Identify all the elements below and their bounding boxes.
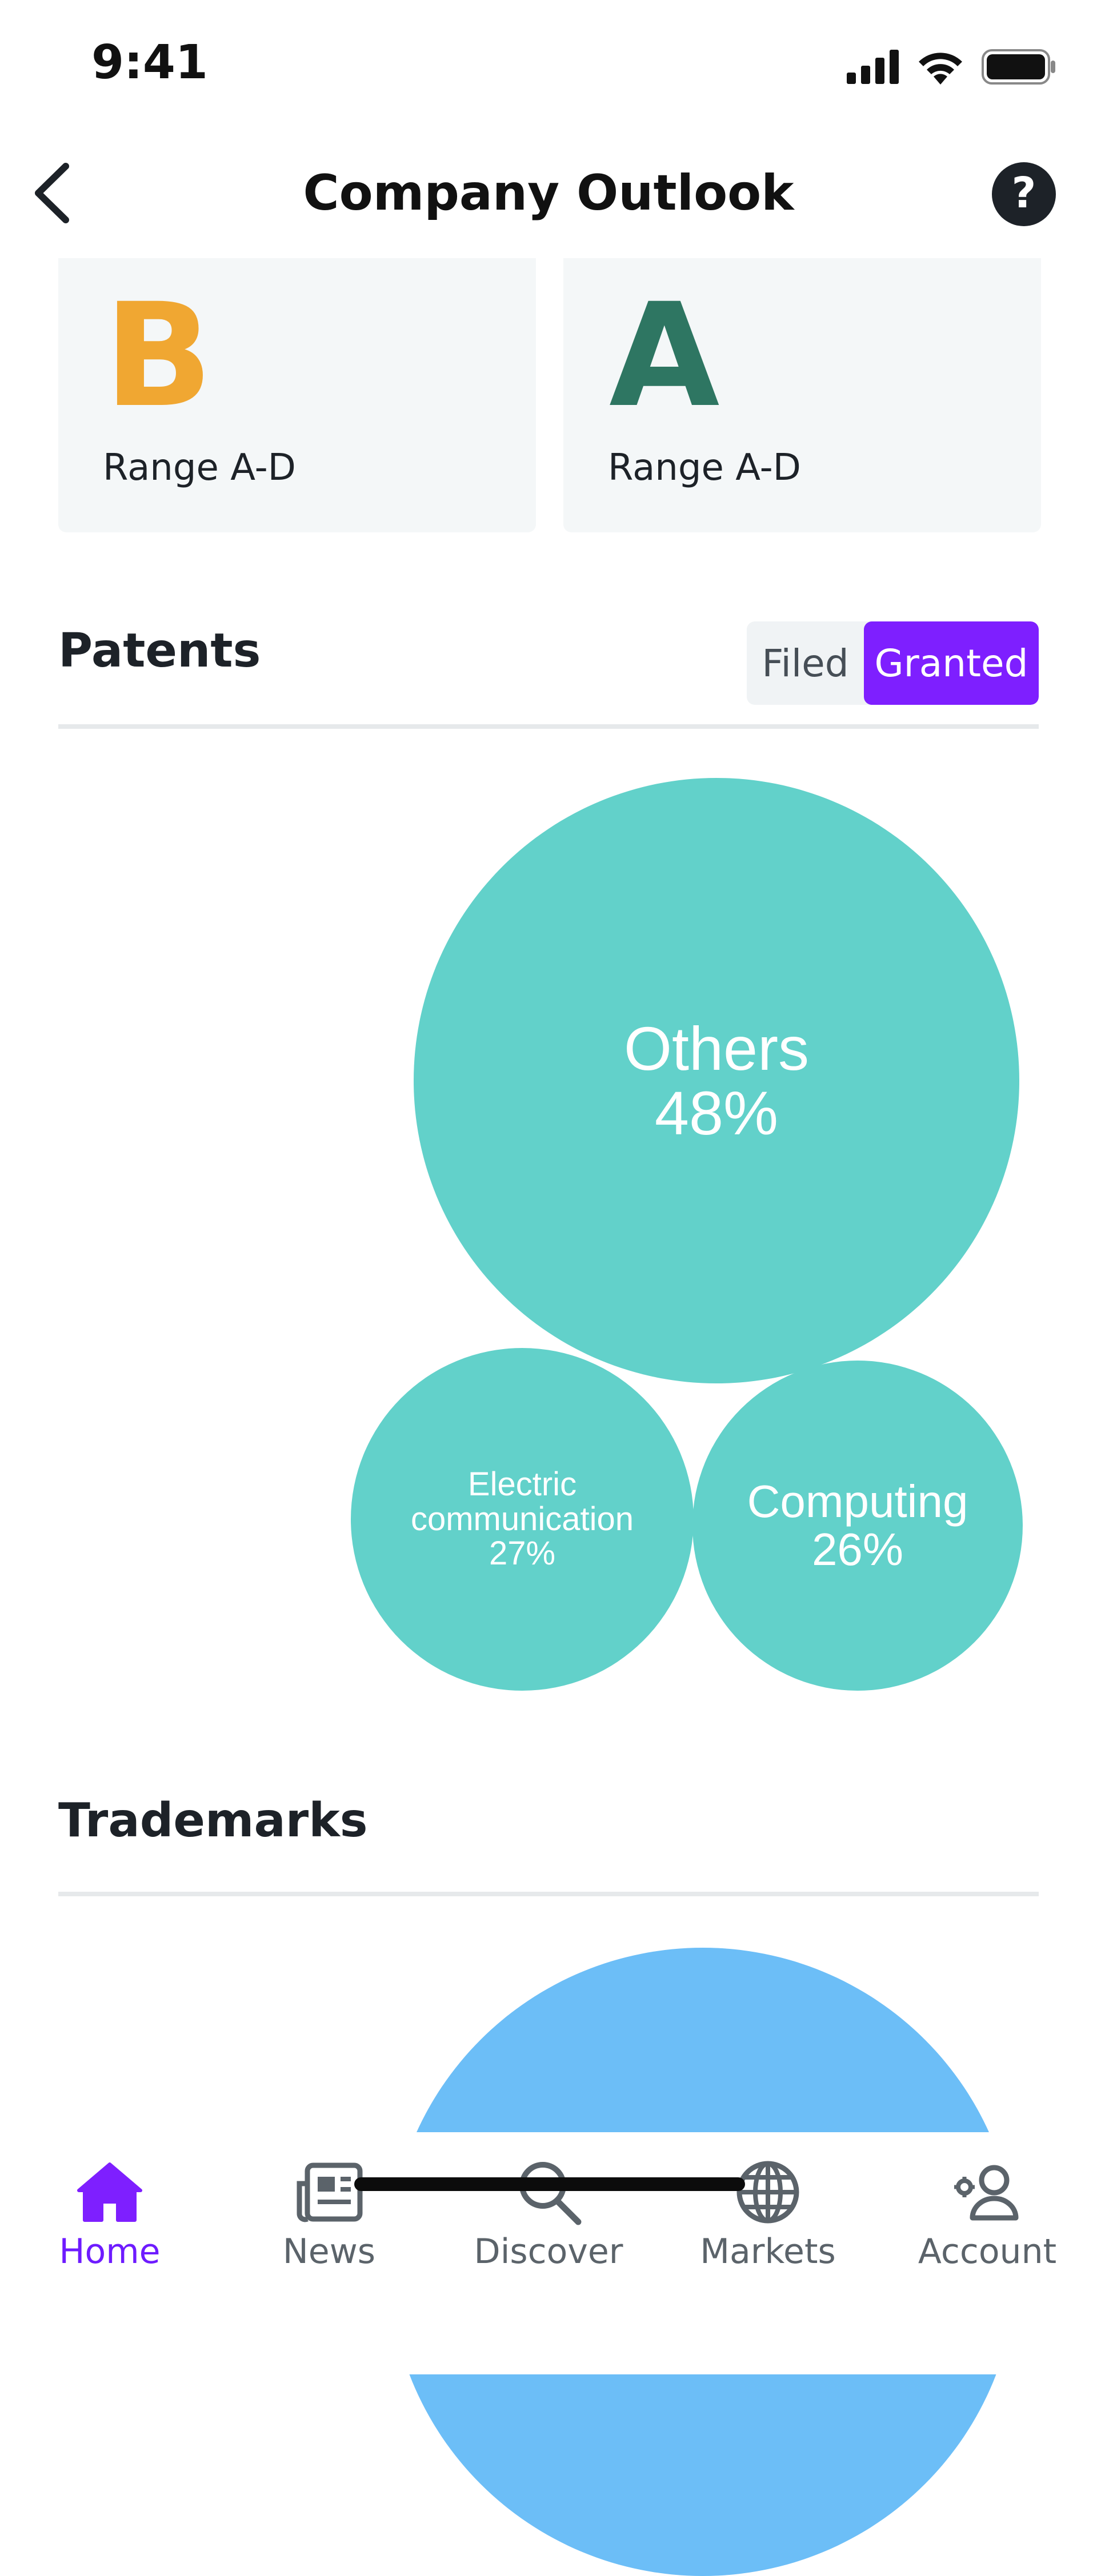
battery-icon <box>982 49 1056 87</box>
status-bar: 9:41 <box>0 0 1097 126</box>
tab-news[interactable]: News <box>219 2155 439 2272</box>
patents-toggle: Filed Granted <box>747 621 1039 705</box>
nav-header: Company Outlook ? <box>0 143 1097 246</box>
bubble-others[interactable]: Others 48% <box>414 778 1019 1383</box>
wifi-icon <box>916 49 964 87</box>
bubble-label: Others <box>623 1013 810 1083</box>
trademarks-divider <box>58 1892 1039 1896</box>
newspaper-icon <box>292 2155 366 2229</box>
trademarks-title: Trademarks <box>58 1793 368 1848</box>
page-title: Company Outlook <box>303 164 794 222</box>
bubble-value: 27% <box>489 1535 556 1572</box>
patents-title: Patents <box>58 624 261 678</box>
question-icon: ? <box>1011 168 1036 218</box>
toggle-filed[interactable]: Filed <box>747 621 864 705</box>
tab-bar: Home News Discover Markets Account <box>0 2132 1097 2374</box>
tab-markets[interactable]: Markets <box>658 2155 878 2272</box>
grade-range: Range A-D <box>608 447 801 489</box>
grade-range: Range A-D <box>103 447 296 489</box>
grade-card: A Range A-D <box>563 258 1041 532</box>
tab-discover[interactable]: Discover <box>439 2155 658 2272</box>
status-icons <box>847 49 1056 87</box>
bubble-label: Electric communication <box>410 1465 634 1538</box>
grade-card: B Range A-D <box>58 258 536 532</box>
tab-label: Home <box>59 2232 161 2272</box>
globe-icon <box>731 2155 805 2229</box>
bubble-value: 48% <box>654 1078 779 1147</box>
search-icon <box>511 2155 586 2229</box>
bubble-label: Computing <box>747 1476 968 1527</box>
status-time: 9:41 <box>91 35 208 90</box>
account-icon <box>950 2155 1024 2229</box>
signal-icon <box>847 50 899 87</box>
tab-label: Account <box>918 2232 1057 2272</box>
patents-bubble-chart: Others 48% Electric communication 27% Co… <box>0 725 1097 1719</box>
grade-letter: A <box>609 272 720 439</box>
help-button[interactable]: ? <box>992 162 1056 226</box>
tab-label: Discover <box>474 2232 623 2272</box>
home-icon <box>73 2155 147 2229</box>
tab-home[interactable]: Home <box>0 2155 219 2272</box>
tab-account[interactable]: Account <box>878 2155 1097 2272</box>
tab-label: News <box>282 2232 376 2272</box>
toggle-granted[interactable]: Granted <box>864 621 1039 705</box>
bubble-computing[interactable]: Computing 26% <box>692 1361 1023 1691</box>
bubble-electric-communication[interactable]: Electric communication 27% <box>351 1348 694 1691</box>
tab-label: Markets <box>700 2232 836 2272</box>
bubble-value: 26% <box>811 1524 904 1575</box>
home-indicator <box>354 2177 745 2191</box>
grade-letter: B <box>104 272 213 439</box>
